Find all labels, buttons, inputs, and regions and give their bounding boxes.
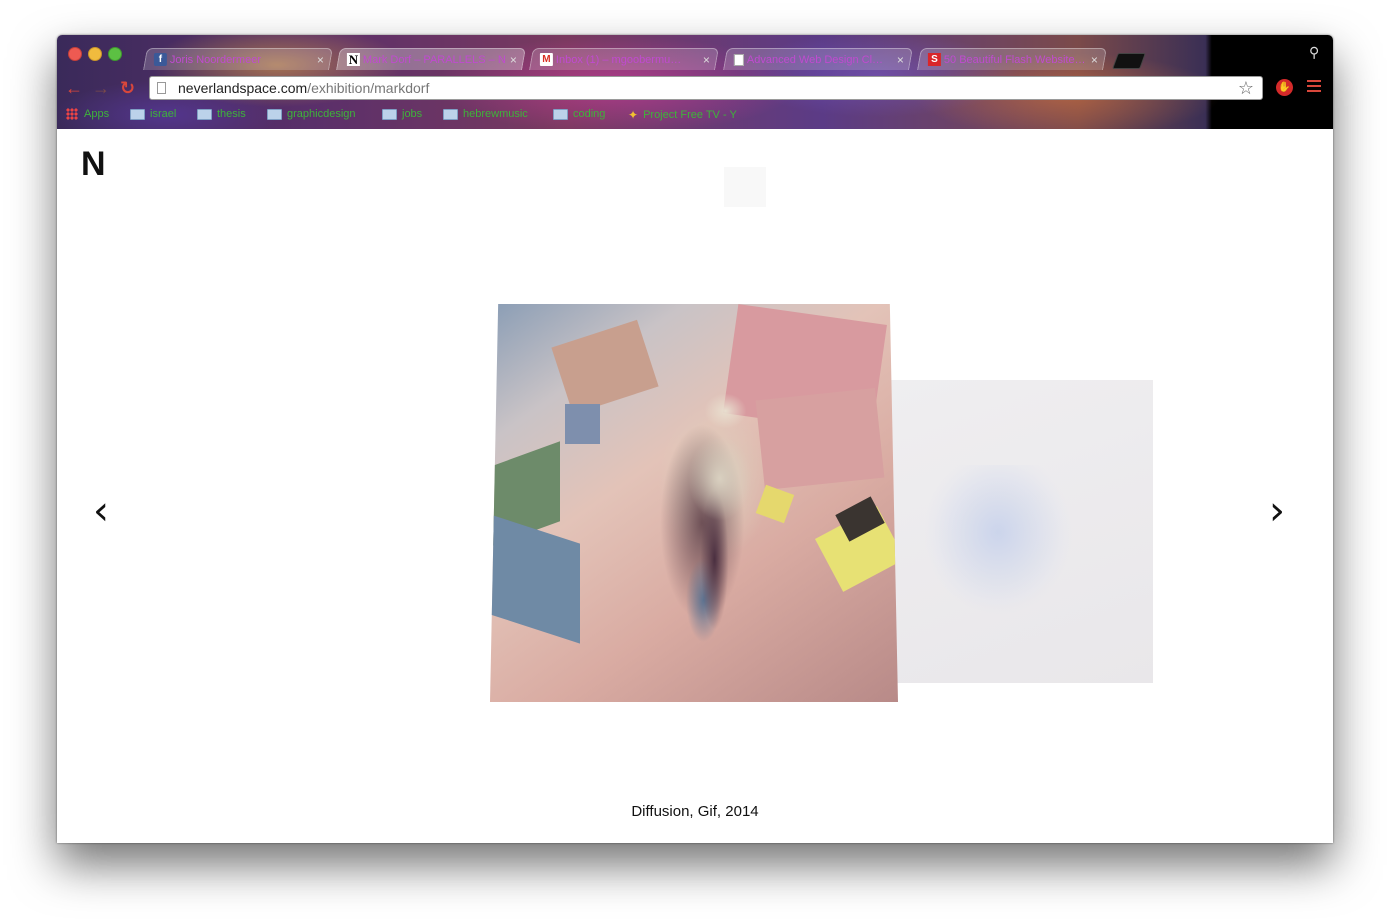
gmail-icon: M <box>539 53 553 66</box>
bookmark-label: thesis <box>217 108 246 120</box>
window-maximize-button[interactable] <box>108 47 122 61</box>
url-text[interactable]: neverlandspace.com/exhibition/markdorf <box>178 80 429 96</box>
previous-arrow-icon[interactable]: ‹ <box>93 491 109 531</box>
bookmark-label: Project Free TV - Y <box>643 109 737 121</box>
tab-title: Mark Dorf – PARALLELS – N <box>362 53 506 66</box>
chrome-menu-icon[interactable] <box>1307 80 1321 95</box>
tab-advanced-web-design[interactable]: Advanced Web Design Cl… × <box>723 48 913 70</box>
page-icon <box>157 82 166 94</box>
bookmark-label: coding <box>573 108 606 120</box>
tab-title: Inbox (1) – mgoobermu… <box>555 53 682 66</box>
tab-close-icon[interactable]: × <box>317 53 324 67</box>
window-close-button[interactable] <box>68 47 82 61</box>
artwork-shard <box>551 319 659 415</box>
project-free-tv-icon: ✦ <box>628 108 639 122</box>
tab-mark-dorf-parallels[interactable]: N Mark Dorf – PARALLELS – N × <box>336 48 526 70</box>
folder-icon <box>267 108 282 120</box>
document-icon <box>733 53 744 66</box>
tab-joris-noordermeer[interactable]: f Joris Noordermeer × <box>143 48 333 70</box>
bookmark-thesis[interactable]: thesis <box>197 108 246 120</box>
bookmark-label: graphicdesign <box>287 108 356 120</box>
folder-icon <box>443 108 458 120</box>
url-domain: neverlandspace.com <box>178 80 308 96</box>
tab-50-beautiful-flash[interactable]: S 50 Beautiful Flash Website… × <box>917 48 1107 70</box>
profile-icon[interactable]: ⚲ <box>1309 44 1319 61</box>
new-tab-button[interactable] <box>1112 53 1146 69</box>
artwork-shard <box>490 514 580 644</box>
browser-window: f Joris Noordermeer × N Mark Dorf – PARA… <box>57 35 1333 843</box>
back-arrow-icon[interactable]: ← <box>65 79 83 97</box>
window-minimize-button[interactable] <box>88 47 102 61</box>
bookmark-graphicdesign[interactable]: graphicdesign <box>267 108 356 120</box>
tab-close-icon[interactable]: × <box>897 53 904 67</box>
next-arrow-icon[interactable]: › <box>1269 491 1285 531</box>
folder-icon <box>382 108 397 120</box>
site-logo[interactable]: N <box>81 145 106 184</box>
next-artwork-image[interactable] <box>863 380 1153 683</box>
folder-icon <box>553 108 568 120</box>
bookmark-israel[interactable]: israel <box>130 108 176 120</box>
bookmark-label: jobs <box>402 108 423 120</box>
folder-icon <box>130 108 145 120</box>
tab-title: 50 Beautiful Flash Website… <box>943 53 1086 66</box>
neverland-n-icon: N <box>346 51 360 67</box>
forward-arrow-icon[interactable]: → <box>92 79 110 97</box>
reload-icon[interactable]: ↻ <box>120 79 135 97</box>
tab-inbox[interactable]: M Inbox (1) – mgoobermu… × <box>529 48 719 70</box>
tab-close-icon[interactable]: × <box>1091 53 1098 67</box>
apps-grid-icon <box>66 108 78 120</box>
tab-title: Joris Noordermeer <box>169 53 262 66</box>
current-artwork-image[interactable] <box>490 304 898 702</box>
address-bar[interactable]: neverlandspace.com/exhibition/markdorf ☆ <box>149 76 1263 100</box>
bookmark-jobs[interactable]: jobs <box>382 108 422 120</box>
facebook-icon: f <box>153 53 167 66</box>
bookmark-coding[interactable]: coding <box>553 108 605 120</box>
bookmark-label: hebrewmusic <box>463 108 528 120</box>
bookmark-label: israel <box>150 108 177 120</box>
faint-menu-button[interactable] <box>724 167 766 207</box>
tab-close-icon[interactable]: × <box>703 53 710 67</box>
adblock-extension-icon[interactable]: ✋ <box>1276 79 1293 96</box>
browser-chrome: f Joris Noordermeer × N Mark Dorf – PARA… <box>57 35 1333 129</box>
faded-artwork-detail <box>923 465 1073 615</box>
page-content: N ‹ › Diffusion, Gif, 2014 <box>57 129 1333 843</box>
tab-title: Advanced Web Design Cl… <box>746 53 884 66</box>
url-path: /exhibition/markdorf <box>307 80 430 96</box>
tab-close-icon[interactable]: × <box>510 53 517 67</box>
bookmark-project-free-tv[interactable]: ✦ Project Free TV - Y <box>628 108 737 122</box>
s-logo-icon: S <box>927 53 941 66</box>
artwork-figure <box>665 384 775 654</box>
artwork-caption: Diffusion, Gif, 2014 <box>631 803 759 820</box>
bookmark-star-icon[interactable]: ☆ <box>1238 78 1254 99</box>
bookmark-hebrewmusic[interactable]: hebrewmusic <box>443 108 528 120</box>
artwork-shard <box>565 404 600 444</box>
bookmark-apps[interactable]: Apps <box>66 108 109 120</box>
folder-icon <box>197 108 212 120</box>
bookmark-label: Apps <box>84 108 110 120</box>
